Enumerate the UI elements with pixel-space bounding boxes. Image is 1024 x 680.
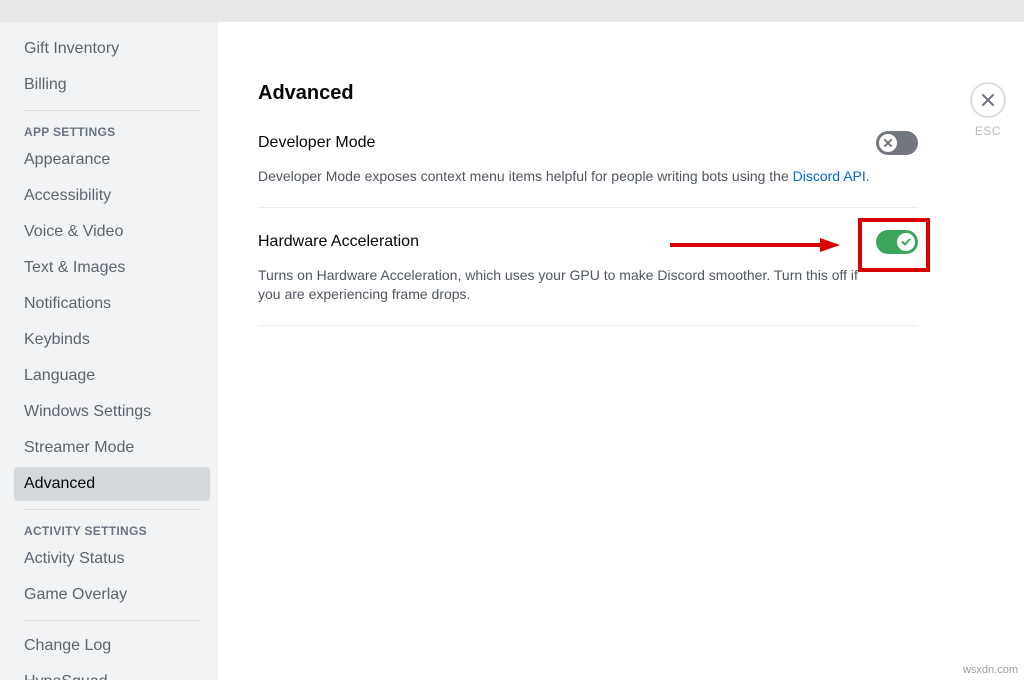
sidebar-item-label: Change Log: [24, 637, 111, 654]
toggle-knob: [897, 233, 915, 251]
sidebar-item-activity-status[interactable]: Activity Status: [14, 542, 210, 576]
sidebar-item-text-images[interactable]: Text & Images: [14, 251, 210, 285]
sidebar-item-streamer-mode[interactable]: Streamer Mode: [14, 431, 210, 465]
hardware-acceleration-toggle[interactable]: [876, 230, 918, 254]
settings-main: ESC Advanced Developer Mode Developer Mo…: [218, 22, 1024, 680]
check-icon: [900, 236, 912, 248]
sidebar-item-label: Text & Images: [24, 259, 125, 276]
annotation-arrow-icon: [670, 236, 840, 254]
sidebar-item-label: Keybinds: [24, 331, 90, 348]
setting-description: Turns on Hardware Acceleration, which us…: [258, 266, 878, 305]
sidebar-item-appearance[interactable]: Appearance: [14, 143, 210, 177]
sidebar-item-label: Notifications: [24, 295, 111, 312]
toggle-knob: [879, 134, 897, 152]
sidebar-item-label: Gift Inventory: [24, 40, 119, 57]
sidebar-item-advanced[interactable]: Advanced: [14, 467, 210, 501]
setting-title: Developer Mode: [258, 134, 375, 152]
sidebar-item-label: Voice & Video: [24, 223, 123, 240]
close-icon: [980, 92, 996, 108]
settings-sidebar: Gift Inventory Billing APP SETTINGS Appe…: [0, 22, 218, 680]
sidebar-item-notifications[interactable]: Notifications: [14, 287, 210, 321]
sidebar-item-label: Streamer Mode: [24, 439, 134, 456]
x-mark-icon: [883, 138, 893, 148]
setting-description: Developer Mode exposes context menu item…: [258, 167, 878, 187]
sidebar-item-game-overlay[interactable]: Game Overlay: [14, 578, 210, 612]
setting-developer-mode: Developer Mode Developer Mode exposes co…: [258, 131, 918, 208]
sidebar-item-voice-video[interactable]: Voice & Video: [14, 215, 210, 249]
sidebar-item-label: Windows Settings: [24, 403, 151, 420]
sidebar-divider: [24, 110, 200, 111]
setting-title: Hardware Acceleration: [258, 233, 419, 251]
sidebar-header-activity-settings: ACTIVITY SETTINGS: [14, 518, 210, 542]
sidebar-item-label: Advanced: [24, 475, 95, 492]
setting-hardware-acceleration: Hardware Acceleration Turns on Hardware …: [258, 230, 918, 326]
window-top-bar: [0, 0, 1024, 22]
page-title: Advanced: [258, 82, 918, 105]
sidebar-item-change-log[interactable]: Change Log: [14, 629, 210, 663]
sidebar-item-label: Billing: [24, 76, 67, 93]
close-button[interactable]: [970, 82, 1006, 118]
sidebar-item-hypesquad[interactable]: HypeSquad: [14, 665, 210, 680]
sidebar-item-label: Language: [24, 367, 95, 384]
sidebar-item-language[interactable]: Language: [14, 359, 210, 393]
sidebar-item-label: HypeSquad: [24, 673, 108, 680]
sidebar-divider: [24, 620, 200, 621]
sidebar-item-label: Activity Status: [24, 550, 124, 567]
sidebar-item-label: Game Overlay: [24, 586, 127, 603]
sidebar-item-billing[interactable]: Billing: [14, 68, 210, 102]
sidebar-item-gift-inventory[interactable]: Gift Inventory: [14, 32, 210, 66]
sidebar-divider: [24, 509, 200, 510]
sidebar-item-label: Appearance: [24, 151, 110, 168]
watermark: wsxdn.com: [963, 664, 1018, 676]
sidebar-item-keybinds[interactable]: Keybinds: [14, 323, 210, 357]
sidebar-item-accessibility[interactable]: Accessibility: [14, 179, 210, 213]
sidebar-item-windows-settings[interactable]: Windows Settings: [14, 395, 210, 429]
sidebar-header-app-settings: APP SETTINGS: [14, 119, 210, 143]
close-label: ESC: [975, 124, 1001, 138]
developer-mode-toggle[interactable]: [876, 131, 918, 155]
sidebar-item-label: Accessibility: [24, 187, 111, 204]
discord-api-link[interactable]: Discord API: [793, 168, 866, 184]
